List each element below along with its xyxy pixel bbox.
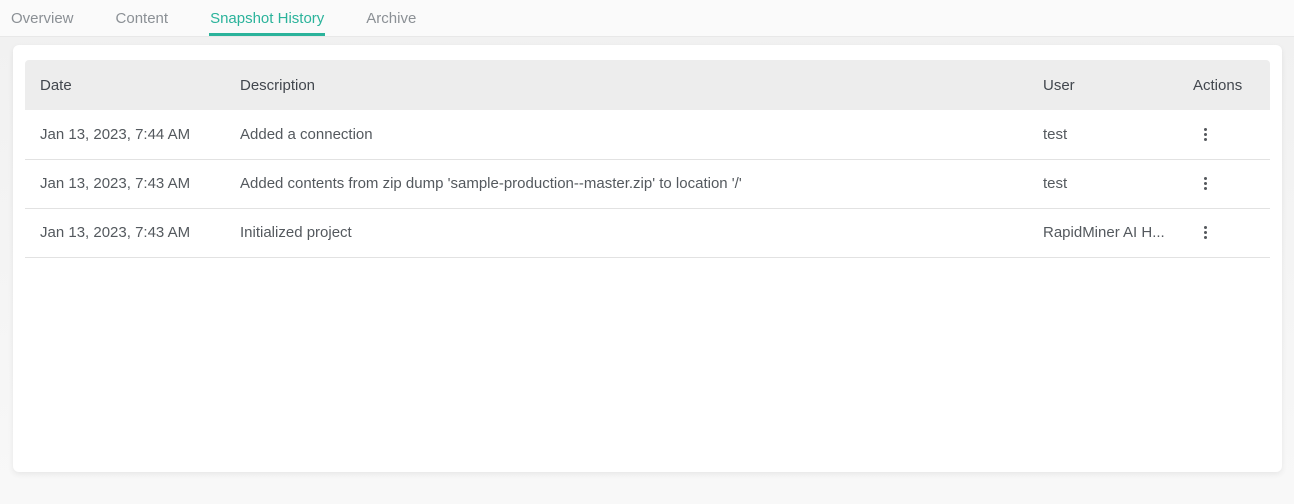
table-row: Jan 13, 2023, 7:43 AM Initialized projec… [25, 208, 1270, 257]
kebab-dot [1204, 133, 1207, 136]
snapshot-table-card: Date Description User Actions Jan 13, 20… [13, 45, 1282, 472]
table-header-row: Date Description User Actions [25, 60, 1270, 110]
cell-date: Jan 13, 2023, 7:43 AM [25, 208, 225, 257]
kebab-dot [1204, 187, 1207, 190]
page-background: Date Description User Actions Jan 13, 20… [0, 37, 1294, 504]
cell-actions [1178, 208, 1270, 257]
column-header-user: User [1028, 60, 1178, 110]
cell-description: Initialized project [225, 208, 1028, 257]
tab-archive[interactable]: Archive [365, 0, 417, 36]
cell-description: Added contents from zip dump 'sample-pro… [225, 159, 1028, 208]
tab-bar: Overview Content Snapshot History Archiv… [0, 0, 1294, 37]
cell-actions [1178, 110, 1270, 159]
tab-content[interactable]: Content [115, 0, 170, 36]
cell-date: Jan 13, 2023, 7:43 AM [25, 159, 225, 208]
row-actions-kebab-menu-icon[interactable] [1193, 122, 1217, 146]
kebab-dot [1204, 231, 1207, 234]
kebab-dot [1204, 138, 1207, 141]
kebab-dot [1204, 236, 1207, 239]
tab-overview[interactable]: Overview [10, 0, 75, 36]
column-header-date: Date [25, 60, 225, 110]
column-header-description: Description [225, 60, 1028, 110]
cell-actions [1178, 159, 1270, 208]
cell-user: test [1028, 110, 1178, 159]
column-header-actions: Actions [1178, 60, 1270, 110]
kebab-dot [1204, 128, 1207, 131]
cell-user: test [1028, 159, 1178, 208]
kebab-dot [1204, 226, 1207, 229]
snapshot-history-page: Overview Content Snapshot History Archiv… [0, 0, 1294, 504]
cell-date: Jan 13, 2023, 7:44 AM [25, 110, 225, 159]
kebab-dot [1204, 177, 1207, 180]
table-row: Jan 13, 2023, 7:43 AM Added contents fro… [25, 159, 1270, 208]
cell-user: RapidMiner AI H... [1028, 208, 1178, 257]
kebab-dot [1204, 182, 1207, 185]
tab-snapshot-history[interactable]: Snapshot History [209, 0, 325, 36]
row-actions-kebab-menu-icon[interactable] [1193, 172, 1217, 196]
snapshot-history-table: Date Description User Actions Jan 13, 20… [25, 60, 1270, 258]
cell-description: Added a connection [225, 110, 1028, 159]
table-row: Jan 13, 2023, 7:44 AM Added a connection… [25, 110, 1270, 159]
row-actions-kebab-menu-icon[interactable] [1193, 221, 1217, 245]
